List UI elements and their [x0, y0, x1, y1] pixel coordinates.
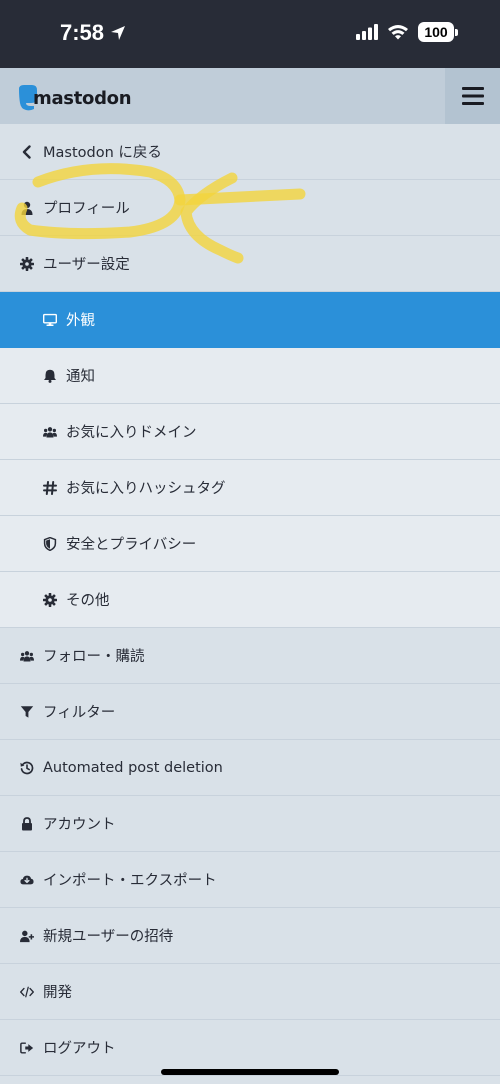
user-plus-icon	[19, 928, 35, 944]
menu-toggle-button[interactable]	[445, 68, 500, 124]
nav-user-settings[interactable]: ユーザー設定	[0, 236, 500, 292]
filter-icon	[19, 704, 35, 720]
desktop-icon	[42, 312, 58, 328]
logo-text: mastodon	[33, 87, 132, 109]
status-time: 7:58	[60, 20, 126, 46]
nav-appearance[interactable]: 外観	[0, 292, 500, 348]
signal-icon	[356, 24, 378, 40]
nav-label: 通知	[66, 369, 95, 385]
users-icon	[42, 424, 58, 440]
clock: 7:58	[60, 20, 105, 45]
status-bar: 7:58 100	[0, 0, 500, 68]
shield-icon	[42, 536, 58, 552]
nav-label: 安全とプライバシー	[66, 537, 197, 553]
gear-icon	[19, 256, 35, 272]
history-icon	[19, 760, 35, 776]
nav-label: フィルター	[43, 705, 116, 721]
nav-privacy[interactable]: 安全とプライバシー	[0, 516, 500, 572]
nav-label: 外観	[66, 313, 95, 329]
nav-profile[interactable]: プロフィール	[0, 180, 500, 236]
nav-development[interactable]: 開発	[0, 964, 500, 1020]
hashtag-icon	[42, 480, 58, 496]
lock-icon	[19, 816, 35, 832]
code-icon	[19, 984, 35, 1000]
nav-back-to-mastodon[interactable]: Mastodon に戻る	[0, 124, 500, 180]
nav-label: アカウント	[43, 817, 116, 833]
bell-icon	[42, 368, 58, 384]
nav-filters[interactable]: フィルター	[0, 684, 500, 740]
nav-follows[interactable]: フォロー・購読	[0, 628, 500, 684]
settings-nav: Mastodon に戻る プロフィール ユーザー設定 外観 通知 お気に入りドメ…	[0, 124, 500, 1076]
location-arrow-icon	[111, 26, 126, 40]
nav-other[interactable]: その他	[0, 572, 500, 628]
nav-label: インポート・エクスポート	[43, 873, 217, 889]
hamburger-icon	[461, 87, 484, 105]
nav-label: Automated post deletion	[43, 759, 223, 776]
nav-label: ログアウト	[43, 1041, 116, 1057]
mastodon-logo[interactable]: mastodon	[17, 85, 132, 111]
app-header: mastodon	[0, 68, 500, 124]
home-indicator[interactable]	[161, 1069, 339, 1075]
nav-label: 新規ユーザーの招待	[43, 929, 174, 945]
nav-favorite-domains[interactable]: お気に入りドメイン	[0, 404, 500, 460]
nav-label: ユーザー設定	[43, 257, 130, 273]
users-icon	[19, 648, 35, 664]
user-icon	[19, 200, 35, 216]
cloud-download-icon	[19, 872, 35, 888]
nav-label: その他	[66, 593, 110, 609]
nav-logout[interactable]: ログアウト	[0, 1020, 500, 1076]
wifi-icon	[388, 25, 408, 40]
status-indicators: 100	[356, 22, 458, 42]
cog-icon	[42, 592, 58, 608]
sign-out-icon	[19, 1040, 35, 1056]
battery-level: 100	[418, 22, 454, 42]
nav-notifications[interactable]: 通知	[0, 348, 500, 404]
nav-label: お気に入りハッシュタグ	[66, 481, 226, 497]
battery-tip	[455, 28, 458, 36]
nav-label: フォロー・購読	[43, 649, 145, 665]
nav-invites[interactable]: 新規ユーザーの招待	[0, 908, 500, 964]
nav-auto-delete[interactable]: Automated post deletion	[0, 740, 500, 796]
nav-favorite-hashtags[interactable]: お気に入りハッシュタグ	[0, 460, 500, 516]
nav-label: 開発	[43, 985, 72, 1001]
nav-account[interactable]: アカウント	[0, 796, 500, 852]
nav-label: お気に入りドメイン	[66, 425, 197, 441]
nav-import-export[interactable]: インポート・エクスポート	[0, 852, 500, 908]
chevron-left-icon	[19, 144, 35, 160]
nav-label: Mastodon に戻る	[43, 145, 162, 161]
nav-label: プロフィール	[43, 201, 130, 217]
battery-icon: 100	[418, 22, 458, 42]
